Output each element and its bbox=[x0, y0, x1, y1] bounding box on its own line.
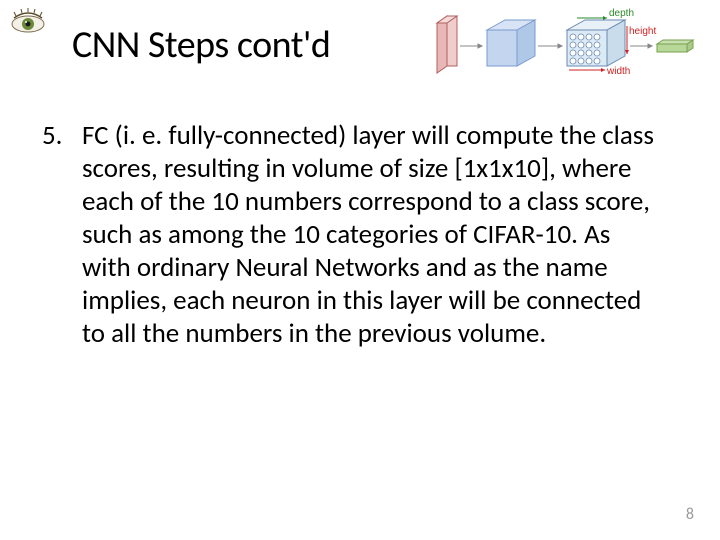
list-text: FC (i. e. fully-connected) layer will co… bbox=[82, 120, 654, 351]
width-label: width bbox=[606, 66, 630, 77]
depth-label: depth bbox=[609, 8, 634, 19]
height-label: height bbox=[629, 26, 656, 37]
list-number: 5. bbox=[42, 120, 82, 153]
cnn-diagram-icon: depth height width bbox=[432, 8, 702, 78]
page-number: 8 bbox=[686, 505, 694, 524]
slide: CNN Steps cont'd bbox=[0, 0, 720, 540]
list-item: 5.FC (i. e. fully-connected) layer will … bbox=[42, 120, 660, 351]
eye-logo-icon bbox=[8, 6, 48, 34]
page-title: CNN Steps cont'd bbox=[72, 22, 330, 68]
